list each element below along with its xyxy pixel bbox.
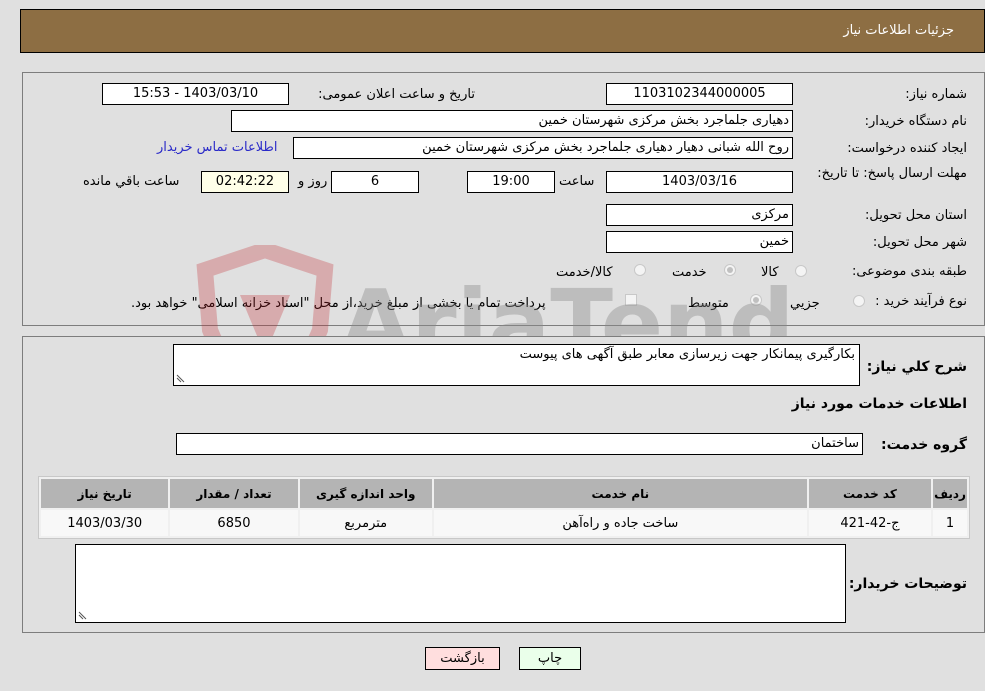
category-radio-goods[interactable] bbox=[795, 265, 807, 277]
announce-datetime-field: 1403/03/10 - 15:53 bbox=[102, 83, 289, 105]
cell-service-code: ج-42-421 bbox=[808, 510, 932, 536]
requester-label: ایجاد کننده درخواست: bbox=[847, 141, 967, 156]
col-row-number: ردیف bbox=[933, 479, 967, 508]
deadline-label: مهلت ارسال پاسخ: تا تاریخ: bbox=[817, 166, 967, 181]
province-field: مرکزی bbox=[606, 204, 793, 226]
city-field: خمین bbox=[606, 231, 793, 253]
days-label: روز و bbox=[298, 174, 328, 189]
col-unit: واحد اندازه گیری bbox=[299, 479, 432, 508]
col-service-code: کد خدمت bbox=[808, 479, 932, 508]
category-option-goods-service: کالا/خدمت bbox=[556, 265, 613, 280]
buyer-org-field: دهیاری جلماجرد بخش مرکزی شهرستان خمین bbox=[231, 110, 793, 132]
deadline-date-field: 1403/03/16 bbox=[606, 171, 793, 193]
page-header: جزئیات اطلاعات نیاز bbox=[20, 9, 985, 53]
buyer-org-label: نام دستگاه خریدار: bbox=[864, 114, 967, 129]
services-heading: اطلاعات خدمات مورد نیاز bbox=[791, 396, 967, 412]
purchase-type-option-medium: متوسط bbox=[688, 296, 729, 311]
category-option-goods: کالا bbox=[761, 265, 779, 280]
remaining-time-label: ساعت باقي مانده bbox=[83, 174, 180, 189]
deadline-time-label: ساعت bbox=[559, 174, 595, 189]
description-text: بکارگیری پیمانکار جهت زیرسازی معابر طبق … bbox=[519, 347, 855, 362]
purchase-type-radio-medium[interactable] bbox=[750, 294, 762, 306]
cell-need-date: 1403/03/30 bbox=[41, 510, 169, 536]
col-service-name: نام خدمت bbox=[433, 479, 807, 508]
service-group-label: گروه خدمت: bbox=[881, 437, 967, 453]
description-textarea[interactable]: بکارگیری پیمانکار جهت زیرسازی معابر طبق … bbox=[173, 344, 860, 386]
city-label: شهر محل تحویل: bbox=[872, 235, 967, 250]
category-label: طبقه بندی موضوعی: bbox=[851, 264, 967, 279]
treasury-note: پرداخت تمام یا بخشی از مبلغ خرید،از محل … bbox=[131, 296, 546, 311]
services-table: ردیف کد خدمت نام خدمت واحد اندازه گیری ت… bbox=[38, 476, 970, 539]
buyer-notes-textarea[interactable] bbox=[75, 544, 846, 623]
remaining-time-field: 02:42:22 bbox=[201, 171, 289, 193]
remaining-days-field: 6 bbox=[331, 171, 419, 193]
service-group-field: ساختمان bbox=[176, 433, 863, 455]
buyer-contact-link[interactable]: اطلاعات تماس خریدار bbox=[157, 140, 277, 155]
purchase-type-option-minor: جزيي bbox=[790, 296, 820, 311]
cell-unit: مترمربع bbox=[299, 510, 432, 536]
cell-row-number: 1 bbox=[933, 510, 967, 536]
purchase-type-label: نوع فرآیند خرید : bbox=[875, 294, 967, 309]
col-quantity: تعداد / مقدار bbox=[170, 479, 298, 508]
buyer-notes-label: توضیحات خریدار: bbox=[848, 576, 967, 592]
category-option-service: خدمت bbox=[672, 265, 707, 280]
province-label: استان محل تحویل: bbox=[865, 208, 967, 223]
back-button[interactable]: بازگشت bbox=[425, 647, 500, 670]
resize-grip-icon[interactable] bbox=[176, 374, 185, 383]
table-row: 1 ج-42-421 ساخت جاده و راه‌آهن مترمربع 6… bbox=[41, 510, 967, 536]
category-radio-service[interactable] bbox=[724, 264, 736, 276]
print-button[interactable]: چاپ bbox=[519, 647, 581, 670]
description-label: شرح كلي نياز: bbox=[866, 359, 967, 375]
need-number-field: 1103102344000005 bbox=[606, 83, 793, 105]
col-need-date: تاریخ نیاز bbox=[41, 479, 169, 508]
cell-quantity: 6850 bbox=[170, 510, 298, 536]
deadline-time-field: 19:00 bbox=[467, 171, 555, 193]
cell-service-name: ساخت جاده و راه‌آهن bbox=[433, 510, 807, 536]
table-header-row: ردیف کد خدمت نام خدمت واحد اندازه گیری ت… bbox=[41, 479, 967, 508]
requester-field: روح الله شبانی دهیار دهیاری جلماجرد بخش … bbox=[293, 137, 793, 159]
page-title: جزئیات اطلاعات نیاز bbox=[843, 23, 954, 38]
treasury-checkbox[interactable] bbox=[625, 294, 637, 306]
category-radio-goods-service[interactable] bbox=[634, 264, 646, 276]
resize-grip-icon[interactable] bbox=[78, 611, 87, 620]
announce-datetime-label: تاریخ و ساعت اعلان عمومی: bbox=[318, 87, 475, 102]
purchase-type-radio-minor[interactable] bbox=[853, 295, 865, 307]
need-number-label: شماره نیاز: bbox=[905, 87, 967, 102]
